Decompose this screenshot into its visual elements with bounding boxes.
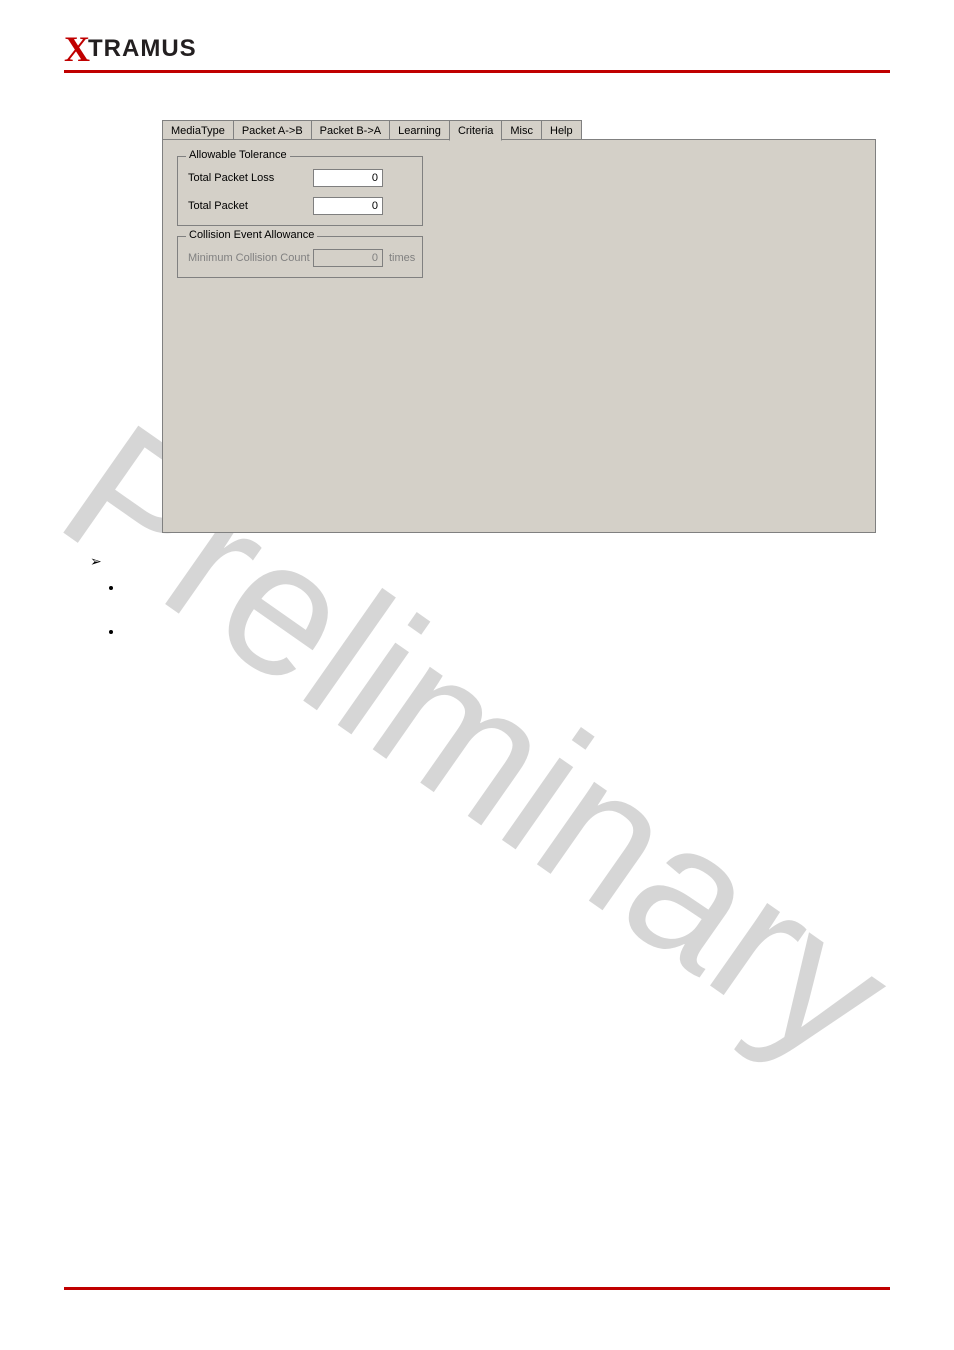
header-rule [64,70,890,73]
tab-criteria[interactable]: Criteria [449,120,502,141]
tab-packet-ba[interactable]: Packet B->A [311,120,390,140]
bullet-item [124,574,874,600]
label-total-packet-loss: Total Packet Loss [188,172,313,184]
bullet-heading: ➢ [90,548,874,574]
tab-misc[interactable]: Misc [501,120,542,140]
input-min-collision-count [313,249,383,267]
tab-label: Packet A->B [242,125,303,137]
tab-label: Misc [510,125,533,137]
tab-learning[interactable]: Learning [389,120,450,140]
bullet-item [124,618,874,644]
group-allowable-tolerance: Allowable Tolerance Total Packet Loss To… [177,156,423,226]
tab-label: Help [550,125,573,137]
brand-rest: TRAMUS [88,35,197,63]
suffix-times: times [389,252,415,264]
tab-packet-ab[interactable]: Packet A->B [233,120,312,140]
label-total-packet: Total Packet [188,200,313,212]
tab-mediatype[interactable]: MediaType [162,120,234,140]
tab-label: Packet B->A [320,125,381,137]
tab-body-criteria: Allowable Tolerance Total Packet Loss To… [162,139,876,533]
input-total-packet-loss[interactable] [313,169,383,187]
brand-x: X [64,28,90,70]
footer-rule [64,1287,890,1290]
tab-strip: MediaType Packet A->B Packet B->A Learni… [162,120,876,140]
tab-label: MediaType [171,125,225,137]
tab-help[interactable]: Help [541,120,582,140]
group-title: Collision Event Allowance [186,229,317,241]
doc-bullets: ➢ [84,548,874,644]
brand-logo: XTRAMUS [64,28,197,70]
input-total-packet[interactable] [313,197,383,215]
group-collision-event-allowance: Collision Event Allowance Minimum Collis… [177,236,423,278]
tab-label: Learning [398,125,441,137]
label-min-collision-count: Minimum Collision Count [188,252,313,264]
tab-label: Criteria [458,125,493,137]
settings-panel: MediaType Packet A->B Packet B->A Learni… [162,120,876,534]
group-title: Allowable Tolerance [186,149,290,161]
